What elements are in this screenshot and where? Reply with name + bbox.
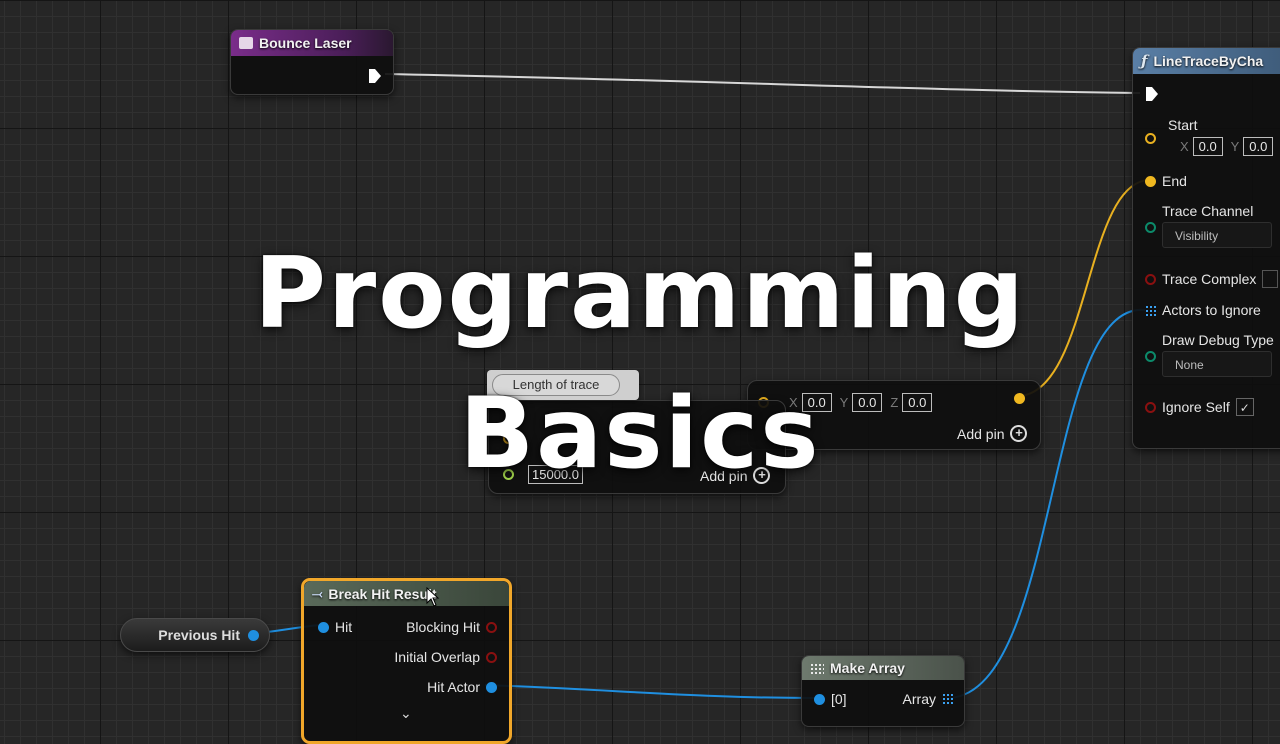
end-row: End — [1145, 173, 1187, 189]
make-array-out-label: Array — [902, 691, 936, 707]
start-x-input[interactable]: 0.0 — [1192, 137, 1223, 156]
function-icon: ƒ — [1141, 52, 1148, 70]
start-pin[interactable] — [1145, 133, 1156, 144]
line-trace-header: ƒ LineTraceByCha — [1133, 48, 1280, 74]
draw-debug-pin[interactable] — [1145, 351, 1156, 362]
end-pin[interactable] — [1145, 175, 1156, 187]
hit-in-pin[interactable] — [318, 621, 329, 633]
blocking-hit-label: Blocking Hit — [406, 619, 480, 635]
title-line-2: Basics — [459, 377, 821, 491]
bounce-laser-node[interactable]: Bounce Laser — [230, 29, 394, 95]
event-icon — [239, 37, 253, 49]
start-x-label: X — [1180, 139, 1189, 154]
initial-overlap-pin[interactable] — [486, 651, 497, 663]
line-trace-title: LineTraceByCha — [1153, 53, 1264, 69]
break-hit-result-node[interactable]: ⤙ Break Hit Result Hit Blocking Hit Init… — [301, 578, 512, 744]
trace-channel-pin[interactable] — [1145, 222, 1156, 233]
hit-label: Hit — [335, 619, 353, 635]
hit-actor-pin[interactable] — [486, 681, 497, 693]
blocking-hit-pin[interactable] — [486, 621, 497, 633]
break-struct-icon: ⤙ — [312, 585, 323, 601]
bounce-laser-title: Bounce Laser — [259, 35, 352, 51]
hit-actor-row: Hit Actor — [427, 679, 497, 695]
start-y-input[interactable]: 0.0 — [1243, 137, 1274, 156]
previous-hit-out-pin[interactable] — [248, 629, 259, 641]
make-array-index-row: [0] — [814, 691, 847, 707]
trace-channel-label: Trace Channel — [1162, 203, 1254, 219]
blocking-hit-row: Blocking Hit — [406, 619, 497, 635]
previous-hit-variable[interactable]: Previous Hit — [120, 618, 270, 652]
initial-overlap-row: Initial Overlap — [394, 649, 497, 665]
bounce-laser-header: Bounce Laser — [231, 30, 393, 56]
title-line-1: Programming — [254, 237, 1026, 351]
make-array-in-pin[interactable] — [814, 693, 825, 705]
exec-out-pin[interactable] — [368, 68, 382, 84]
hit-actor-label: Hit Actor — [427, 679, 480, 695]
array-out-icon[interactable] — [942, 693, 954, 705]
make-array-title: Make Array — [830, 660, 905, 676]
make-array-header: Make Array — [802, 656, 964, 680]
exec-in-pin[interactable] — [1145, 86, 1159, 102]
break-hit-header: ⤙ Break Hit Result — [304, 581, 509, 606]
hit-actor-wire — [484, 684, 816, 699]
initial-overlap-label: Initial Overlap — [394, 649, 480, 665]
break-hit-in-row: Hit — [318, 619, 352, 635]
make-array-index-label: [0] — [831, 691, 847, 707]
draw-debug-dropdown[interactable]: None — [1162, 351, 1272, 377]
start-row: Start — [1145, 117, 1198, 144]
make-array-icon — [810, 662, 824, 674]
start-values: X 0.0 Y 0.0 — [1180, 137, 1274, 156]
start-y-label: Y — [1230, 139, 1240, 154]
exec-wire — [384, 73, 1141, 94]
previous-hit-label: Previous Hit — [158, 627, 240, 643]
start-label: Start — [1168, 117, 1198, 133]
mouse-cursor-icon — [426, 587, 440, 607]
make-array-out-row: Array — [903, 691, 954, 707]
actors-wire — [949, 308, 1146, 699]
make-array-node[interactable]: Make Array [0] Array — [801, 655, 965, 727]
connection-wires — [247, 73, 1151, 699]
end-label: End — [1162, 173, 1187, 189]
break-hit-title: Break Hit Result — [328, 585, 437, 602]
chevron-down-icon[interactable]: ⌄ — [400, 705, 412, 722]
